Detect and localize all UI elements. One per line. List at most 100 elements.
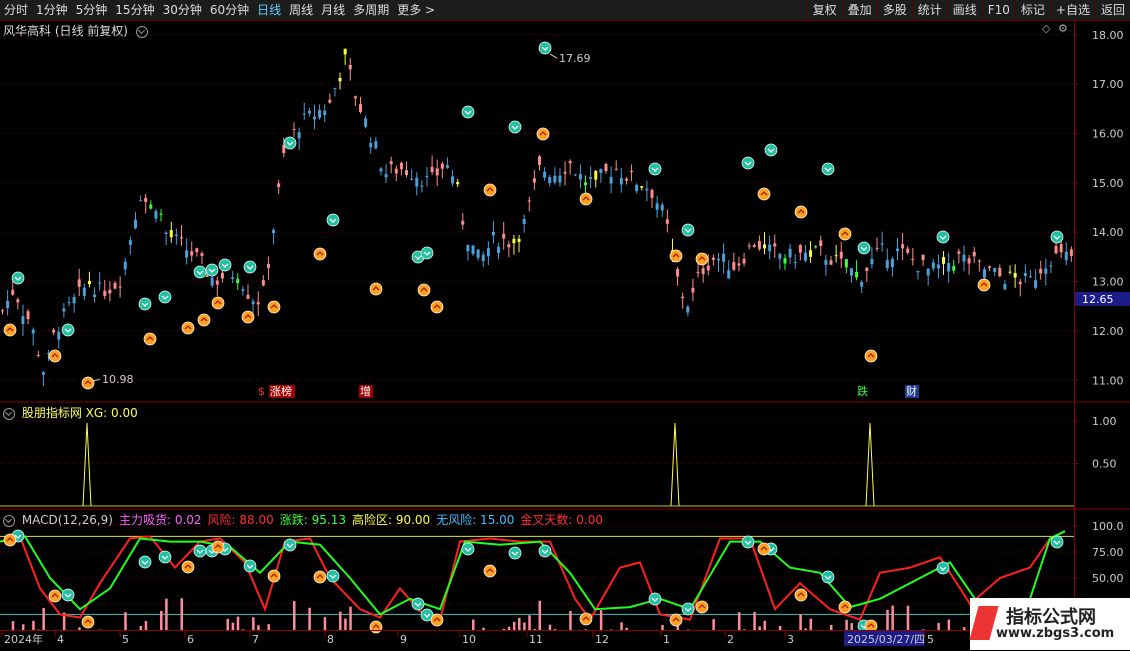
candle-body [523, 219, 526, 224]
candle-body [257, 302, 260, 304]
high-price-label: 17.69 [559, 52, 591, 65]
candle-body [763, 244, 766, 248]
volume-bar [237, 617, 240, 630]
candle-body [564, 172, 567, 174]
candle-body [962, 255, 965, 262]
volume-bar [886, 610, 889, 630]
event-tag: 增 [360, 384, 371, 398]
volume-bar [518, 618, 521, 630]
sell-signal-icon [159, 291, 171, 303]
candle-body [988, 266, 991, 268]
sell-signal-icon [194, 545, 206, 557]
candle-body [686, 307, 689, 313]
candle-body [160, 214, 163, 215]
candle-body [855, 272, 858, 277]
candle-body [42, 372, 45, 375]
site-logo-icon [969, 606, 998, 640]
buy-signal-icon [795, 589, 807, 601]
panel-toggle-icon[interactable] [3, 408, 15, 420]
buy-signal-icon [865, 350, 877, 362]
candle-body [114, 283, 117, 289]
candle-body [533, 178, 536, 182]
candle-body [978, 261, 981, 262]
macd-legend-item: MACD(12,26,9) [22, 513, 113, 527]
candle-body [584, 182, 587, 185]
candle-body [385, 174, 388, 177]
candle-body [850, 268, 853, 275]
candle-body [441, 164, 444, 169]
candle-body [927, 269, 930, 276]
buy-signal-icon [242, 311, 254, 323]
sell-signal-icon [206, 264, 218, 276]
candle-body [870, 259, 873, 264]
sell-signal-icon [62, 589, 74, 601]
candle-body [425, 176, 428, 177]
buy-signal-icon [268, 570, 280, 582]
candle-body [922, 255, 925, 260]
candle-body [1034, 280, 1037, 288]
candle-body [1049, 265, 1052, 266]
candle-body [267, 264, 270, 268]
candle-body [835, 255, 838, 256]
candle-body [16, 299, 19, 302]
candle-body [645, 189, 648, 191]
sell-signal-icon [742, 536, 754, 548]
buy-signal-icon [370, 283, 382, 295]
candle-body [937, 264, 940, 268]
panel-toggle-icon[interactable] [3, 515, 15, 527]
candle-body [691, 288, 694, 293]
sell-signal-icon [509, 547, 521, 559]
candle-body [472, 245, 475, 254]
sell-signal-icon [139, 298, 151, 310]
candle-body [415, 178, 418, 187]
buy-signal-icon [49, 590, 61, 602]
candle-body [252, 301, 255, 304]
buy-signal-icon [484, 184, 496, 196]
sell-signal-icon [539, 545, 551, 557]
candle-body [200, 253, 203, 256]
candle-body [502, 234, 505, 239]
volume-bar [124, 612, 127, 630]
candle-body [789, 249, 792, 258]
candle-body [78, 279, 81, 286]
candle-body [446, 165, 449, 168]
candle-body [640, 186, 643, 188]
risk-line [0, 531, 1065, 619]
candle-body [206, 276, 209, 277]
buy-signal-icon [758, 188, 770, 200]
candle-body [165, 233, 168, 234]
candle-body [349, 65, 352, 69]
volume-bar [308, 608, 311, 630]
candle-body [1014, 273, 1017, 278]
candle-body [983, 269, 986, 277]
candle-body [543, 172, 546, 178]
candle-body [635, 185, 638, 192]
candle-body [1024, 273, 1027, 276]
sell-signal-icon [62, 324, 74, 336]
buy-signal-icon [696, 253, 708, 265]
candle-body [32, 330, 35, 334]
candle-body [124, 262, 127, 270]
candle-body [661, 205, 664, 211]
macd-legend-item: 主力吸货: 0.02 [119, 513, 202, 527]
kline-chart-canvas[interactable]: 18.0017.0016.0015.0014.0013.0012.0011.00… [0, 0, 1130, 650]
candle-body [170, 230, 173, 237]
candle-body [190, 251, 193, 255]
volume-bar [850, 623, 853, 630]
candle-body [824, 260, 827, 265]
buy-signal-icon [978, 279, 990, 291]
candle-body [916, 271, 919, 272]
site-watermark: 指标公式网 www.zbgs3.com [970, 598, 1130, 650]
sell-signal-icon [462, 543, 474, 555]
volume-bar [32, 621, 35, 630]
xg-spike [83, 423, 91, 506]
candle-body [942, 257, 945, 264]
candle-body [886, 260, 889, 268]
volume-bar [937, 623, 940, 630]
volume-bar [753, 612, 756, 630]
candle-body [246, 295, 249, 299]
candle-body [512, 239, 515, 243]
buy-signal-icon [670, 250, 682, 262]
volume-bar [764, 621, 767, 630]
sell-signal-icon [244, 261, 256, 273]
